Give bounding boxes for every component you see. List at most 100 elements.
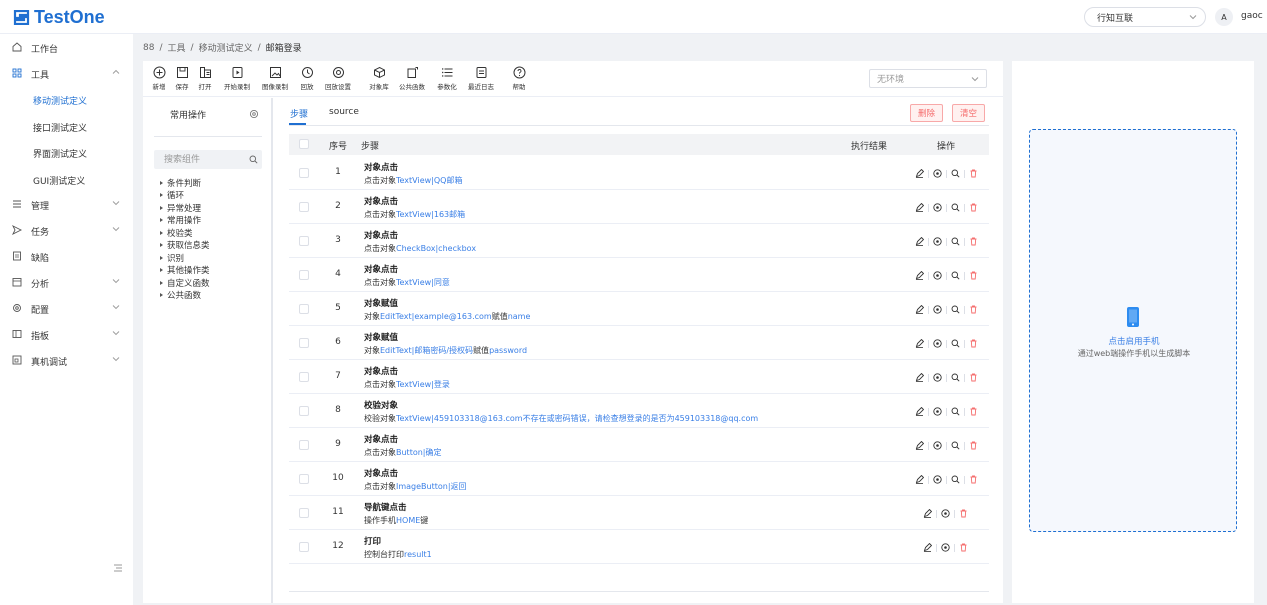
run-icon[interactable]	[933, 475, 942, 484]
search-icon[interactable]	[951, 203, 960, 212]
search-icon[interactable]	[951, 305, 960, 314]
component-search-input[interactable]	[154, 150, 262, 169]
sidebar-item-manage[interactable]: 管理	[0, 191, 133, 217]
clear-button[interactable]: 清空	[952, 104, 985, 122]
sidebar-sub-mobile-test[interactable]: 移动测试定义	[33, 94, 87, 107]
breadcrumb-item[interactable]: 移动测试定义	[199, 41, 253, 54]
delete-icon[interactable]	[959, 509, 968, 518]
edit-icon[interactable]	[915, 441, 924, 450]
search-icon[interactable]	[951, 407, 960, 416]
tree-item[interactable]: 条件判断	[160, 177, 201, 189]
toolbar-help-button[interactable]: 帮助	[504, 66, 534, 91]
row-checkbox[interactable]	[299, 440, 309, 450]
enable-phone-title[interactable]: 点击启用手机	[1030, 335, 1238, 347]
run-icon[interactable]	[933, 305, 942, 314]
step-row[interactable]: 3 对象点击 点击对象CheckBox|checkbox	[289, 224, 989, 258]
row-checkbox[interactable]	[299, 372, 309, 382]
gear-icon[interactable]	[249, 109, 259, 119]
step-row[interactable]: 7 对象点击 点击对象TextView|登录	[289, 360, 989, 394]
edit-icon[interactable]	[915, 271, 924, 280]
edit-icon[interactable]	[923, 509, 932, 518]
search-icon[interactable]	[951, 373, 960, 382]
search-icon[interactable]	[951, 271, 960, 280]
tree-item[interactable]: 校验类	[160, 227, 193, 239]
sidebar-sub-ui-test[interactable]: 界面测试定义	[33, 147, 87, 160]
step-row[interactable]: 11 导航键点击 操作手机HOME键	[289, 496, 989, 530]
edit-icon[interactable]	[915, 475, 924, 484]
toolbar-replay-button[interactable]: 回放	[292, 66, 322, 91]
run-icon[interactable]	[933, 339, 942, 348]
breadcrumb-home[interactable]: 88	[143, 43, 154, 53]
run-icon[interactable]	[933, 271, 942, 280]
toolbar-recent-log-button[interactable]: 最近日志	[466, 66, 496, 91]
delete-icon[interactable]	[969, 203, 978, 212]
delete-icon[interactable]	[969, 339, 978, 348]
row-checkbox[interactable]	[299, 508, 309, 518]
user-name[interactable]: gaoc	[1241, 11, 1263, 21]
edit-icon[interactable]	[915, 237, 924, 246]
step-row[interactable]: 9 对象点击 点击对象Button|确定	[289, 428, 989, 462]
delete-icon[interactable]	[969, 271, 978, 280]
sidebar-item-device-debug[interactable]: 真机调试	[0, 347, 133, 373]
search-icon[interactable]	[951, 475, 960, 484]
search-icon[interactable]	[951, 237, 960, 246]
delete-icon[interactable]	[969, 475, 978, 484]
search-icon[interactable]	[951, 441, 960, 450]
run-icon[interactable]	[933, 169, 942, 178]
row-checkbox[interactable]	[299, 236, 309, 246]
edit-icon[interactable]	[915, 373, 924, 382]
env-select[interactable]: 无环境	[869, 69, 987, 88]
tree-item[interactable]: 识别	[160, 252, 184, 264]
delete-icon[interactable]	[969, 305, 978, 314]
sidebar-sub-api-test[interactable]: 接口测试定义	[33, 121, 87, 134]
run-icon[interactable]	[941, 509, 950, 518]
row-checkbox[interactable]	[299, 474, 309, 484]
step-row[interactable]: 5 对象赋值 对象EditText|example@163.com赋值name	[289, 292, 989, 326]
delete-icon[interactable]	[959, 543, 968, 552]
tree-item[interactable]: 公共函数	[160, 289, 201, 301]
tree-item[interactable]: 其他操作类	[160, 264, 210, 276]
toolbar-record-button[interactable]: 开始录制	[222, 66, 252, 91]
delete-icon[interactable]	[969, 373, 978, 382]
sidebar-sub-gui-test[interactable]: GUI测试定义	[33, 174, 85, 187]
edit-icon[interactable]	[923, 543, 932, 552]
edit-icon[interactable]	[915, 339, 924, 348]
component-tab[interactable]: 常用操作	[170, 108, 206, 121]
edit-icon[interactable]	[915, 203, 924, 212]
translate-icon[interactable]: A	[1215, 8, 1233, 26]
edit-icon[interactable]	[915, 407, 924, 416]
breadcrumb-item[interactable]: 工具	[168, 41, 186, 54]
search-icon[interactable]	[249, 155, 258, 164]
step-row[interactable]: 1 对象点击 点击对象TextView|QQ邮箱	[289, 156, 989, 190]
toolbar-open-button[interactable]: 打开	[190, 66, 220, 91]
tree-item[interactable]: 自定义函数	[160, 277, 210, 289]
sidebar-item-workbench[interactable]: 工作台	[0, 34, 133, 60]
run-icon[interactable]	[933, 373, 942, 382]
run-icon[interactable]	[933, 441, 942, 450]
app-logo[interactable]: TestOne	[13, 7, 105, 28]
tree-item[interactable]: 获取信息类	[160, 239, 210, 251]
org-select[interactable]: 行知互联	[1084, 7, 1206, 27]
search-icon[interactable]	[951, 339, 960, 348]
tab-steps[interactable]: 步骤	[290, 107, 308, 120]
row-checkbox[interactable]	[299, 304, 309, 314]
sidebar-item-analysis[interactable]: 分析	[0, 269, 133, 295]
sidebar-item-config[interactable]: 配置	[0, 295, 133, 321]
sidebar-item-defects[interactable]: 缺陷	[0, 243, 133, 269]
step-row[interactable]: 6 对象赋值 对象EditText|邮箱密码/授权码赋值password	[289, 326, 989, 360]
sidebar-item-tools[interactable]: 工具	[0, 60, 133, 86]
delete-icon[interactable]	[969, 407, 978, 416]
toolbar-public-func-button[interactable]: 公共函数	[397, 66, 427, 91]
collapse-sidebar-icon[interactable]	[113, 563, 123, 573]
toolbar-param-button[interactable]: 参数化	[432, 66, 462, 91]
sidebar-item-tasks[interactable]: 任务	[0, 217, 133, 243]
select-all-checkbox[interactable]	[299, 139, 309, 149]
toolbar-replay-settings-button[interactable]: 回放设置	[323, 66, 353, 91]
toolbar-object-lib-button[interactable]: 对象库	[364, 66, 394, 91]
tab-source[interactable]: source	[329, 107, 359, 117]
run-icon[interactable]	[941, 543, 950, 552]
row-checkbox[interactable]	[299, 202, 309, 212]
run-icon[interactable]	[933, 407, 942, 416]
step-row[interactable]: 10 对象点击 点击对象ImageButton|返回	[289, 462, 989, 496]
run-icon[interactable]	[933, 237, 942, 246]
